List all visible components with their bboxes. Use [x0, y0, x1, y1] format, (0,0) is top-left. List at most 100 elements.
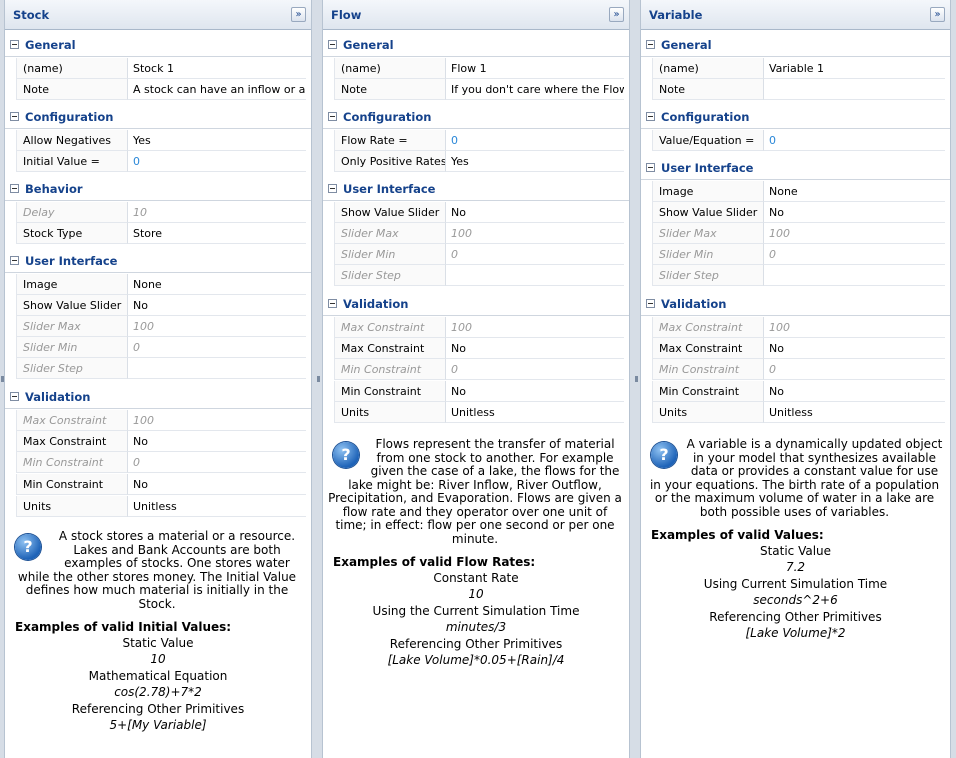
- property-value[interactable]: 100: [128, 316, 306, 337]
- property-row-slider-max[interactable]: Slider Max 100: [323, 223, 629, 245]
- collapse-group-icon[interactable]: [10, 40, 19, 49]
- property-value[interactable]: 0: [764, 244, 945, 265]
- property-row-min-constraint-value[interactable]: Min Constraint 0: [323, 359, 629, 381]
- property-value[interactable]: Stock 1: [128, 58, 306, 79]
- property-value[interactable]: 0: [128, 452, 306, 473]
- property-value[interactable]: No: [764, 202, 945, 223]
- property-row-allow-negatives[interactable]: Allow Negatives Yes: [5, 130, 311, 152]
- property-value[interactable]: Yes: [128, 130, 306, 151]
- property-value[interactable]: 100: [446, 317, 624, 338]
- property-row-min-constraint-value[interactable]: Min Constraint 0: [641, 359, 950, 381]
- property-row-min-constraint[interactable]: Min Constraint No: [5, 474, 311, 496]
- property-row-show-value-slider[interactable]: Show Value Slider No: [323, 202, 629, 224]
- property-row-max-constraint[interactable]: Max Constraint No: [641, 338, 950, 360]
- collapse-panel-button[interactable]: »: [291, 7, 306, 22]
- property-value[interactable]: Store: [128, 223, 306, 244]
- property-value[interactable]: 10: [128, 202, 306, 223]
- property-value[interactable]: No: [446, 338, 624, 359]
- property-row-units[interactable]: Units Unitless: [641, 402, 950, 424]
- property-value[interactable]: No: [128, 295, 306, 316]
- splitter-handle[interactable]: [635, 376, 638, 382]
- property-row-slider-step[interactable]: Slider Step: [5, 358, 311, 380]
- property-row-image[interactable]: Image None: [641, 181, 950, 203]
- property-value[interactable]: 0: [446, 130, 624, 151]
- property-row-min-constraint-value[interactable]: Min Constraint 0: [5, 452, 311, 474]
- property-value[interactable]: No: [446, 381, 624, 402]
- collapse-group-icon[interactable]: [646, 40, 655, 49]
- property-row-max-constraint-value[interactable]: Max Constraint 100: [323, 317, 629, 339]
- property-row-name[interactable]: (name) Variable 1: [641, 58, 950, 80]
- collapse-panel-button[interactable]: »: [609, 7, 624, 22]
- property-row-flow-rate[interactable]: Flow Rate = 0: [323, 130, 629, 152]
- property-row-slider-step[interactable]: Slider Step: [323, 265, 629, 287]
- group-user-interface[interactable]: User Interface: [641, 156, 950, 180]
- property-value[interactable]: Unitless: [446, 402, 624, 423]
- property-row-max-constraint-value[interactable]: Max Constraint 100: [5, 410, 311, 432]
- property-row-note[interactable]: NoteA stock can have an inflow or an ...: [5, 79, 311, 101]
- property-value[interactable]: [764, 265, 945, 286]
- property-value[interactable]: 0: [764, 359, 945, 380]
- property-row-max-constraint[interactable]: Max Constraint No: [323, 338, 629, 360]
- property-value[interactable]: Unitless: [764, 402, 945, 423]
- group-configuration[interactable]: Configuration: [641, 105, 950, 129]
- property-row-max-constraint[interactable]: Max Constraint No: [5, 431, 311, 453]
- property-row-units[interactable]: Units Unitless: [323, 402, 629, 424]
- property-row-note[interactable]: Note If you don't care where the Flow ...: [323, 79, 629, 101]
- collapse-group-icon[interactable]: [10, 184, 19, 193]
- property-row-name[interactable]: (name) Flow 1: [323, 58, 629, 80]
- property-row-slider-max[interactable]: Slider Max 100: [641, 223, 950, 245]
- splitter-handle[interactable]: [1, 376, 4, 382]
- property-value[interactable]: No: [446, 202, 624, 223]
- group-validation[interactable]: Validation: [323, 292, 629, 316]
- group-general[interactable]: General: [641, 33, 950, 57]
- property-row-name[interactable]: (name) Stock 1: [5, 58, 311, 80]
- collapse-group-icon[interactable]: [10, 256, 19, 265]
- property-value[interactable]: None: [764, 181, 945, 202]
- property-value[interactable]: 100: [764, 223, 945, 244]
- collapse-group-icon[interactable]: [328, 112, 337, 121]
- property-row-stock-type[interactable]: Stock Type Store: [5, 223, 311, 245]
- property-value[interactable]: 0: [446, 244, 624, 265]
- splitter-handle[interactable]: [317, 376, 320, 382]
- property-value[interactable]: 100: [128, 410, 306, 431]
- property-row-slider-min[interactable]: Slider Min 0: [5, 337, 311, 359]
- property-value[interactable]: No: [764, 338, 945, 359]
- group-validation[interactable]: Validation: [641, 292, 950, 316]
- property-row-delay[interactable]: Delay 10: [5, 202, 311, 224]
- group-user-interface[interactable]: User Interface: [5, 249, 311, 273]
- property-row-initial-value[interactable]: Initial Value = 0: [5, 151, 311, 173]
- group-configuration[interactable]: Configuration: [5, 105, 311, 129]
- group-behavior[interactable]: Behavior: [5, 177, 311, 201]
- collapse-panel-button[interactable]: »: [930, 7, 945, 22]
- property-row-max-constraint-value[interactable]: Max Constraint 100: [641, 317, 950, 339]
- collapse-group-icon[interactable]: [646, 299, 655, 308]
- property-value[interactable]: Unitless: [128, 496, 306, 517]
- collapse-group-icon[interactable]: [646, 163, 655, 172]
- group-validation[interactable]: Validation: [5, 385, 311, 409]
- property-value[interactable]: [128, 358, 306, 379]
- property-value[interactable]: None: [128, 274, 306, 295]
- property-value[interactable]: 0: [128, 151, 306, 172]
- group-user-interface[interactable]: User Interface: [323, 177, 629, 201]
- property-value[interactable]: If you don't care where the Flow ...: [446, 79, 624, 100]
- group-general[interactable]: General: [323, 33, 629, 57]
- property-value[interactable]: 0: [128, 337, 306, 358]
- property-row-slider-min[interactable]: Slider Min 0: [323, 244, 629, 266]
- group-configuration[interactable]: Configuration: [323, 105, 629, 129]
- property-value[interactable]: No: [764, 381, 945, 402]
- collapse-group-icon[interactable]: [328, 299, 337, 308]
- property-value[interactable]: Flow 1: [446, 58, 624, 79]
- property-row-value-equation[interactable]: Value/Equation = 0: [641, 130, 950, 152]
- property-row-slider-step[interactable]: Slider Step: [641, 265, 950, 287]
- property-value[interactable]: 100: [764, 317, 945, 338]
- property-value[interactable]: No: [128, 431, 306, 452]
- property-value[interactable]: No: [128, 474, 306, 495]
- group-general[interactable]: General: [5, 33, 311, 57]
- property-row-image[interactable]: Image None: [5, 274, 311, 296]
- property-row-min-constraint[interactable]: Min Constraint No: [323, 381, 629, 403]
- property-value[interactable]: 100: [446, 223, 624, 244]
- property-row-units[interactable]: Units Unitless: [5, 496, 311, 518]
- property-row-only-positive-rates[interactable]: Only Positive Rates Yes: [323, 151, 629, 173]
- property-row-note[interactable]: Note: [641, 79, 950, 101]
- property-value[interactable]: 0: [764, 130, 945, 151]
